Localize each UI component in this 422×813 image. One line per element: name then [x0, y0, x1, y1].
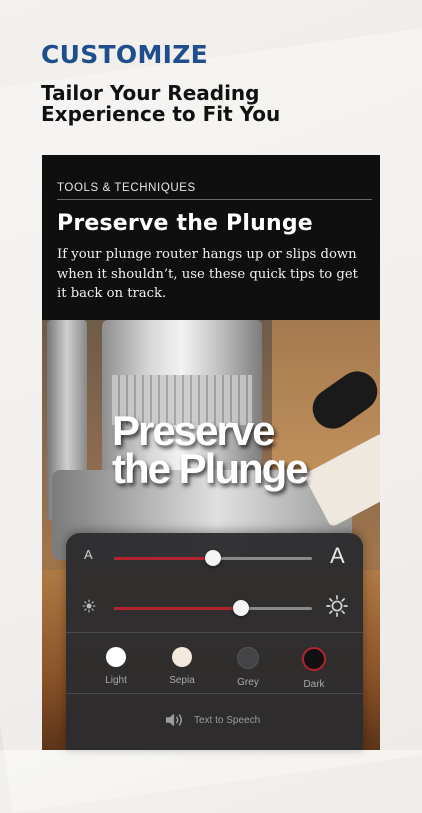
theme-light[interactable]: Light	[86, 647, 146, 686]
theme-dark[interactable]: Dark	[284, 647, 344, 690]
brightness-slider-fill	[114, 607, 241, 610]
sun-small-icon	[82, 599, 96, 613]
hero-overlay-title: Preserve the Plunge	[112, 410, 309, 492]
font-size-slider[interactable]	[114, 550, 312, 566]
kicker-divider	[57, 199, 372, 200]
theme-sepia-swatch[interactable]	[172, 647, 192, 667]
speaker-icon	[166, 713, 183, 727]
text-to-speech-label: Text to Speech	[194, 715, 261, 726]
theme-dark-label: Dark	[303, 679, 325, 690]
theme-light-swatch[interactable]	[106, 647, 126, 667]
font-size-large-label: A	[330, 543, 345, 568]
theme-grey-label: Grey	[237, 677, 259, 688]
hero-overlay-line-2: the Plunge	[112, 445, 309, 492]
font-size-row: A A	[66, 533, 363, 583]
promo-headline: CUSTOMIZE	[41, 40, 209, 69]
article-header: TOOLS & TECHNIQUES Preserve the Plunge I…	[42, 155, 380, 320]
theme-options: Light Sepia Grey Dark	[66, 633, 363, 693]
font-size-slider-knob[interactable]	[205, 550, 221, 566]
theme-sepia-label: Sepia	[169, 675, 195, 686]
text-to-speech-button[interactable]: Text to Speech	[66, 709, 363, 733]
article-kicker: TOOLS & TECHNIQUES	[57, 182, 196, 194]
brightness-slider-knob[interactable]	[232, 600, 249, 616]
brightness-row	[66, 583, 363, 633]
theme-grey-swatch[interactable]	[237, 647, 259, 669]
article-dek: If your plunge router hangs up or slips …	[57, 247, 358, 301]
theme-grey[interactable]: Grey	[218, 647, 278, 688]
sun-large-icon	[326, 595, 348, 617]
panel-divider	[66, 693, 363, 694]
promo-subheadline: Tailor Your Reading Experience to Fit Yo…	[41, 81, 281, 126]
font-size-slider-fill	[114, 557, 213, 560]
article-title: Preserve the Plunge	[57, 211, 313, 236]
font-size-small-label: A	[84, 547, 93, 562]
theme-light-label: Light	[105, 675, 127, 686]
brightness-slider[interactable]	[114, 600, 312, 616]
theme-sepia[interactable]: Sepia	[152, 647, 212, 686]
theme-dark-swatch[interactable]	[302, 647, 326, 671]
reader-settings-panel: A A Light Sepia Grey Dark Text to Speech	[66, 533, 363, 750]
